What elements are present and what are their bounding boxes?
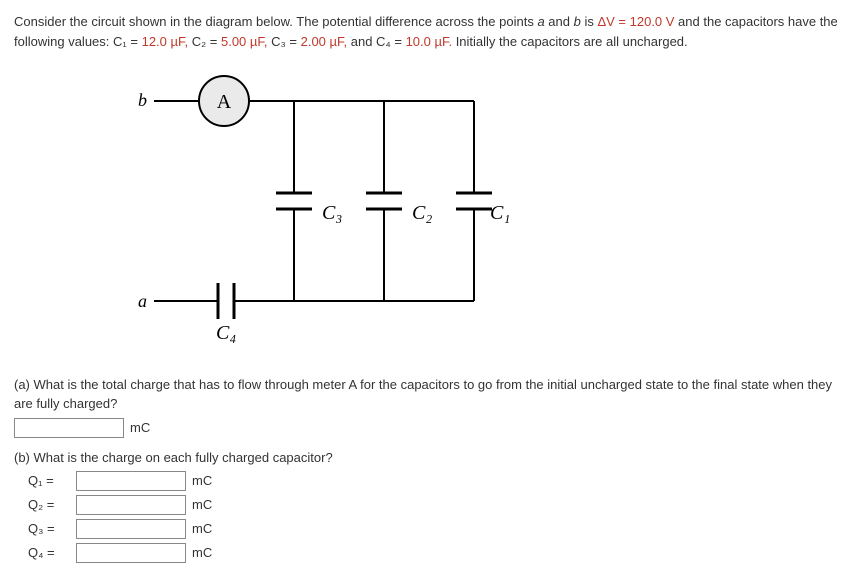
q3-label: Q₃ = — [28, 519, 70, 539]
question-b-text: (b) What is the charge on each fully cha… — [14, 448, 845, 468]
c1-value: 12.0 µF, — [142, 34, 189, 49]
c3-value: 2.00 µF, — [301, 34, 348, 49]
meter-a-label: A — [217, 91, 232, 113]
node-a-label: a — [138, 291, 147, 311]
question-a: (a) What is the total charge that has to… — [14, 375, 845, 438]
q3-input[interactable] — [76, 519, 186, 539]
text: is — [581, 14, 598, 29]
q2-unit: mC — [192, 495, 212, 515]
cap-c3-label: C₃ — [322, 202, 342, 224]
q4-input[interactable] — [76, 543, 186, 563]
q4-label: Q₄ = — [28, 543, 70, 563]
var-b: b — [574, 14, 581, 29]
delta-v-value: ΔV = 120.0 V — [597, 14, 674, 29]
cap-c1-label: C₁ — [490, 202, 510, 224]
q3-unit: mC — [192, 519, 212, 539]
text: Initially the capacitors are all uncharg… — [452, 34, 688, 49]
q4-unit: mC — [192, 543, 212, 563]
q2-input[interactable] — [76, 495, 186, 515]
q1-unit: mC — [192, 471, 212, 491]
c1-label: C₁ = — [113, 34, 142, 49]
text: Consider the circuit shown in the diagra… — [14, 14, 537, 29]
c2-label: C₂ = — [188, 34, 221, 49]
problem-statement: Consider the circuit shown in the diagra… — [14, 12, 845, 51]
c3-label: C₃ = — [268, 34, 301, 49]
question-b: (b) What is the charge on each fully cha… — [14, 448, 845, 564]
node-b-label: b — [138, 90, 147, 110]
c2-value: 5.00 µF, — [221, 34, 268, 49]
answer-a-input[interactable] — [14, 418, 124, 438]
q2-label: Q₂ = — [28, 495, 70, 515]
var-a: a — [537, 14, 544, 29]
circuit-diagram: b A C₃ C₂ C₁ a C₄ — [124, 71, 845, 357]
answer-a-unit: mC — [130, 418, 150, 438]
c4-label: and C₄ = — [347, 34, 405, 49]
c4-value: 10.0 µF. — [406, 34, 453, 49]
text: and — [545, 14, 574, 29]
cap-c4-label: C₄ — [216, 322, 236, 344]
q1-input[interactable] — [76, 471, 186, 491]
cap-c2-label: C₂ — [412, 202, 432, 224]
q1-label: Q₁ = — [28, 471, 70, 491]
question-a-text: (a) What is the total charge that has to… — [14, 375, 845, 414]
